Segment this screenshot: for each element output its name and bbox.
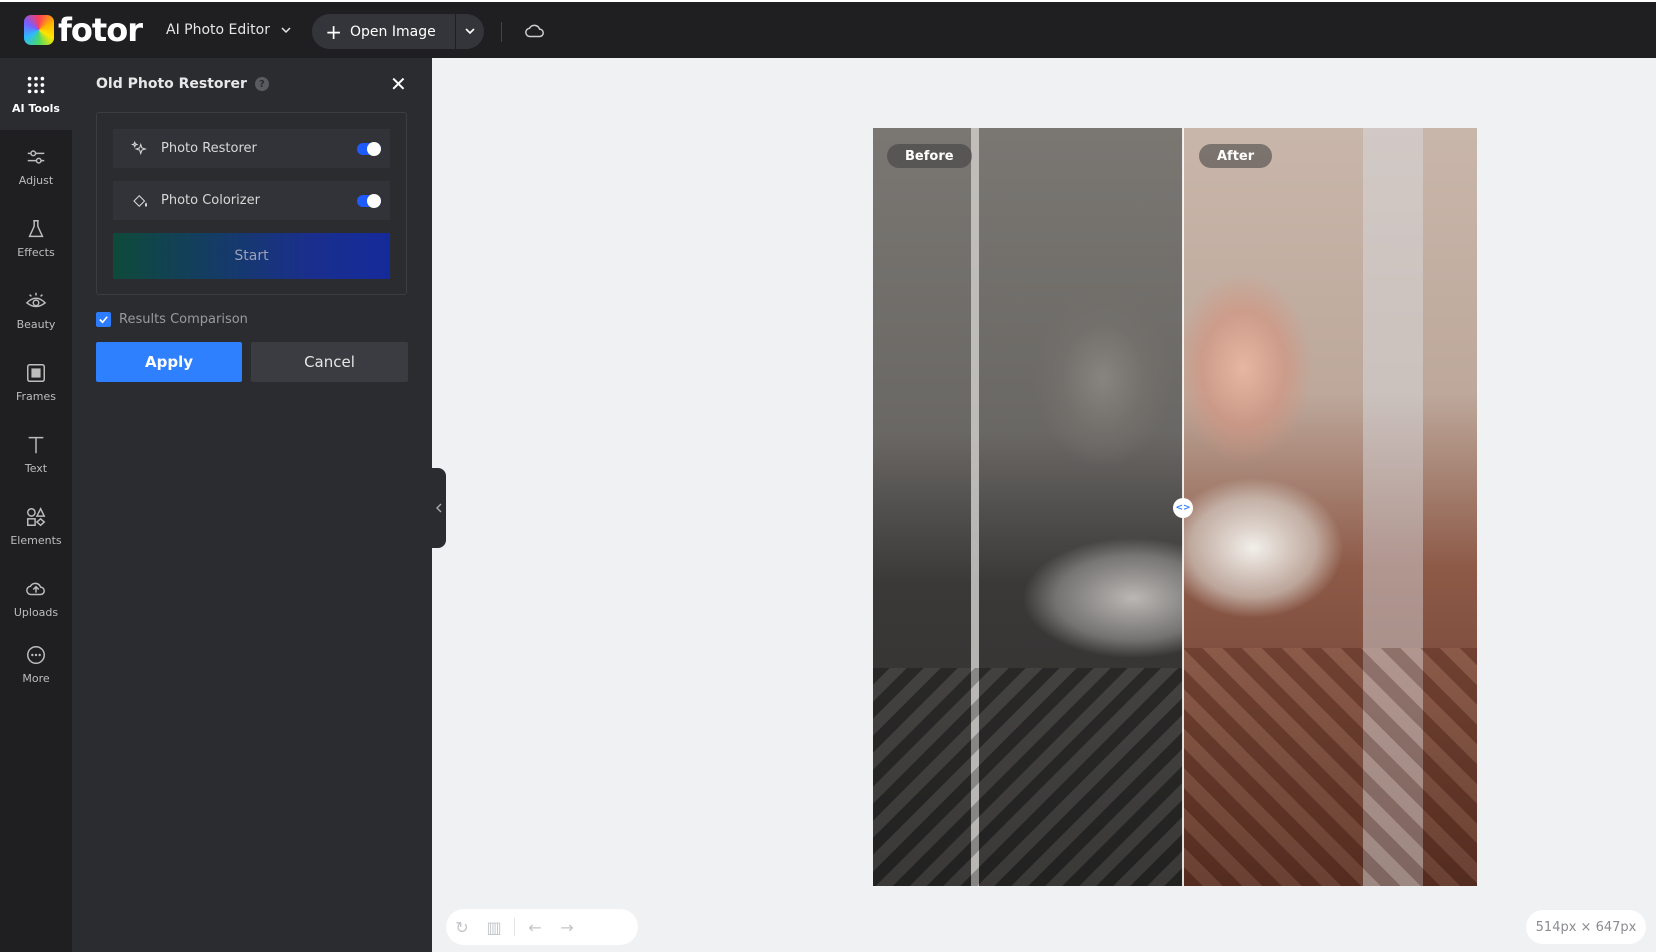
after-light-streak (1363, 128, 1423, 886)
options-box: Photo Restorer Photo Colorizer Start (96, 112, 407, 295)
bottom-toolbar: ↻ ▥ ← → (446, 909, 638, 945)
rail-item-uploads[interactable]: Uploads (0, 562, 72, 634)
option-label: Photo Colorizer (161, 193, 260, 208)
compare-view-icon[interactable]: ▥ (478, 909, 510, 945)
grid-dots-icon (27, 76, 45, 93)
paint-bucket-icon (133, 194, 148, 207)
chevron-down-icon (281, 27, 291, 34)
shapes-icon (27, 506, 46, 526)
before-tag: Before (887, 144, 972, 168)
chevron-left-icon (436, 503, 442, 513)
option-label: Photo Restorer (161, 141, 257, 156)
checkbox-checked-icon (96, 312, 111, 327)
top-bar: fotor AI Photo Editor + Open Image (0, 0, 1656, 58)
open-image-separator (455, 14, 456, 49)
rail-item-ai-tools[interactable]: AI Tools (0, 58, 72, 130)
frame-icon (27, 363, 45, 382)
close-icon[interactable]: ✕ (390, 74, 407, 94)
image-size-readout: 514px × 647px (1526, 910, 1646, 944)
mode-menu[interactable]: AI Photo Editor (166, 22, 292, 38)
option-photo-colorizer[interactable]: Photo Colorizer (113, 181, 390, 220)
rail-item-effects[interactable]: Effects (0, 202, 72, 274)
photo-colorizer-toggle[interactable] (357, 194, 381, 208)
photo-restorer-toggle[interactable] (357, 142, 381, 156)
sliders-icon (27, 149, 45, 164)
collapse-panel-handle[interactable] (432, 468, 446, 548)
toolbar-separator (514, 918, 515, 936)
results-comparison-label: Results Comparison (119, 312, 248, 327)
open-image-button[interactable]: + Open Image (312, 14, 484, 49)
cloud-upload-icon (26, 582, 45, 595)
panel-title-text: Old Photo Restorer (96, 76, 247, 92)
start-button[interactable]: Start (113, 233, 390, 279)
rail-label: Uploads (13, 605, 59, 619)
history-icon[interactable]: ↻ (446, 909, 478, 945)
text-icon (28, 436, 44, 453)
tool-panel: Old Photo Restorer ? ✕ Photo Restorer Ph… (72, 58, 432, 952)
undo-icon[interactable]: ← (519, 909, 551, 945)
fotor-logo[interactable]: fotor (24, 11, 143, 49)
tool-rail: AI Tools Adjust Effects Beauty Frames Te… (0, 58, 72, 952)
rail-label: Adjust (18, 173, 54, 187)
rail-label: Frames (15, 389, 56, 403)
rail-label: AI Tools (12, 101, 60, 115)
before-image (873, 128, 1183, 886)
rail-item-text[interactable]: Text (0, 418, 72, 490)
rail-item-adjust[interactable]: Adjust (0, 130, 72, 202)
rail-item-more[interactable]: More (0, 628, 72, 700)
panel-title: Old Photo Restorer ? (96, 76, 269, 92)
eye-icon (25, 292, 47, 307)
rail-item-elements[interactable]: Elements (0, 490, 72, 562)
rail-label: Effects (17, 245, 55, 259)
apply-button[interactable]: Apply (96, 342, 242, 382)
plus-icon: + (325, 19, 342, 44)
more-icon (27, 645, 45, 664)
image-canvas[interactable]: <> Before After (873, 128, 1477, 886)
open-image-label: Open Image (350, 23, 436, 40)
flask-icon (28, 219, 44, 237)
rail-label: More (22, 671, 50, 685)
redo-icon[interactable]: → (551, 909, 583, 945)
fotor-logo-mark-icon (24, 15, 54, 45)
results-comparison-checkbox[interactable]: Results Comparison (96, 312, 248, 327)
rail-label: Elements (10, 533, 62, 547)
open-image-dropdown-icon[interactable] (462, 23, 478, 39)
toolbar-divider (501, 22, 502, 42)
after-tag: After (1199, 144, 1273, 168)
logo-text: fotor (58, 11, 143, 49)
sparkle-icon (131, 140, 147, 155)
after-image (1183, 128, 1477, 886)
mode-menu-label: AI Photo Editor (166, 22, 270, 38)
cancel-button[interactable]: Cancel (251, 342, 408, 382)
help-icon[interactable]: ? (254, 77, 269, 91)
rail-item-beauty[interactable]: Beauty (0, 274, 72, 346)
rail-item-frames[interactable]: Frames (0, 346, 72, 418)
option-photo-restorer[interactable]: Photo Restorer (113, 129, 390, 168)
rail-label: Text (24, 461, 48, 475)
cloud-icon[interactable] (524, 20, 546, 42)
rail-label: Beauty (16, 317, 56, 331)
comparison-handle-icon[interactable]: <> (1173, 498, 1193, 518)
